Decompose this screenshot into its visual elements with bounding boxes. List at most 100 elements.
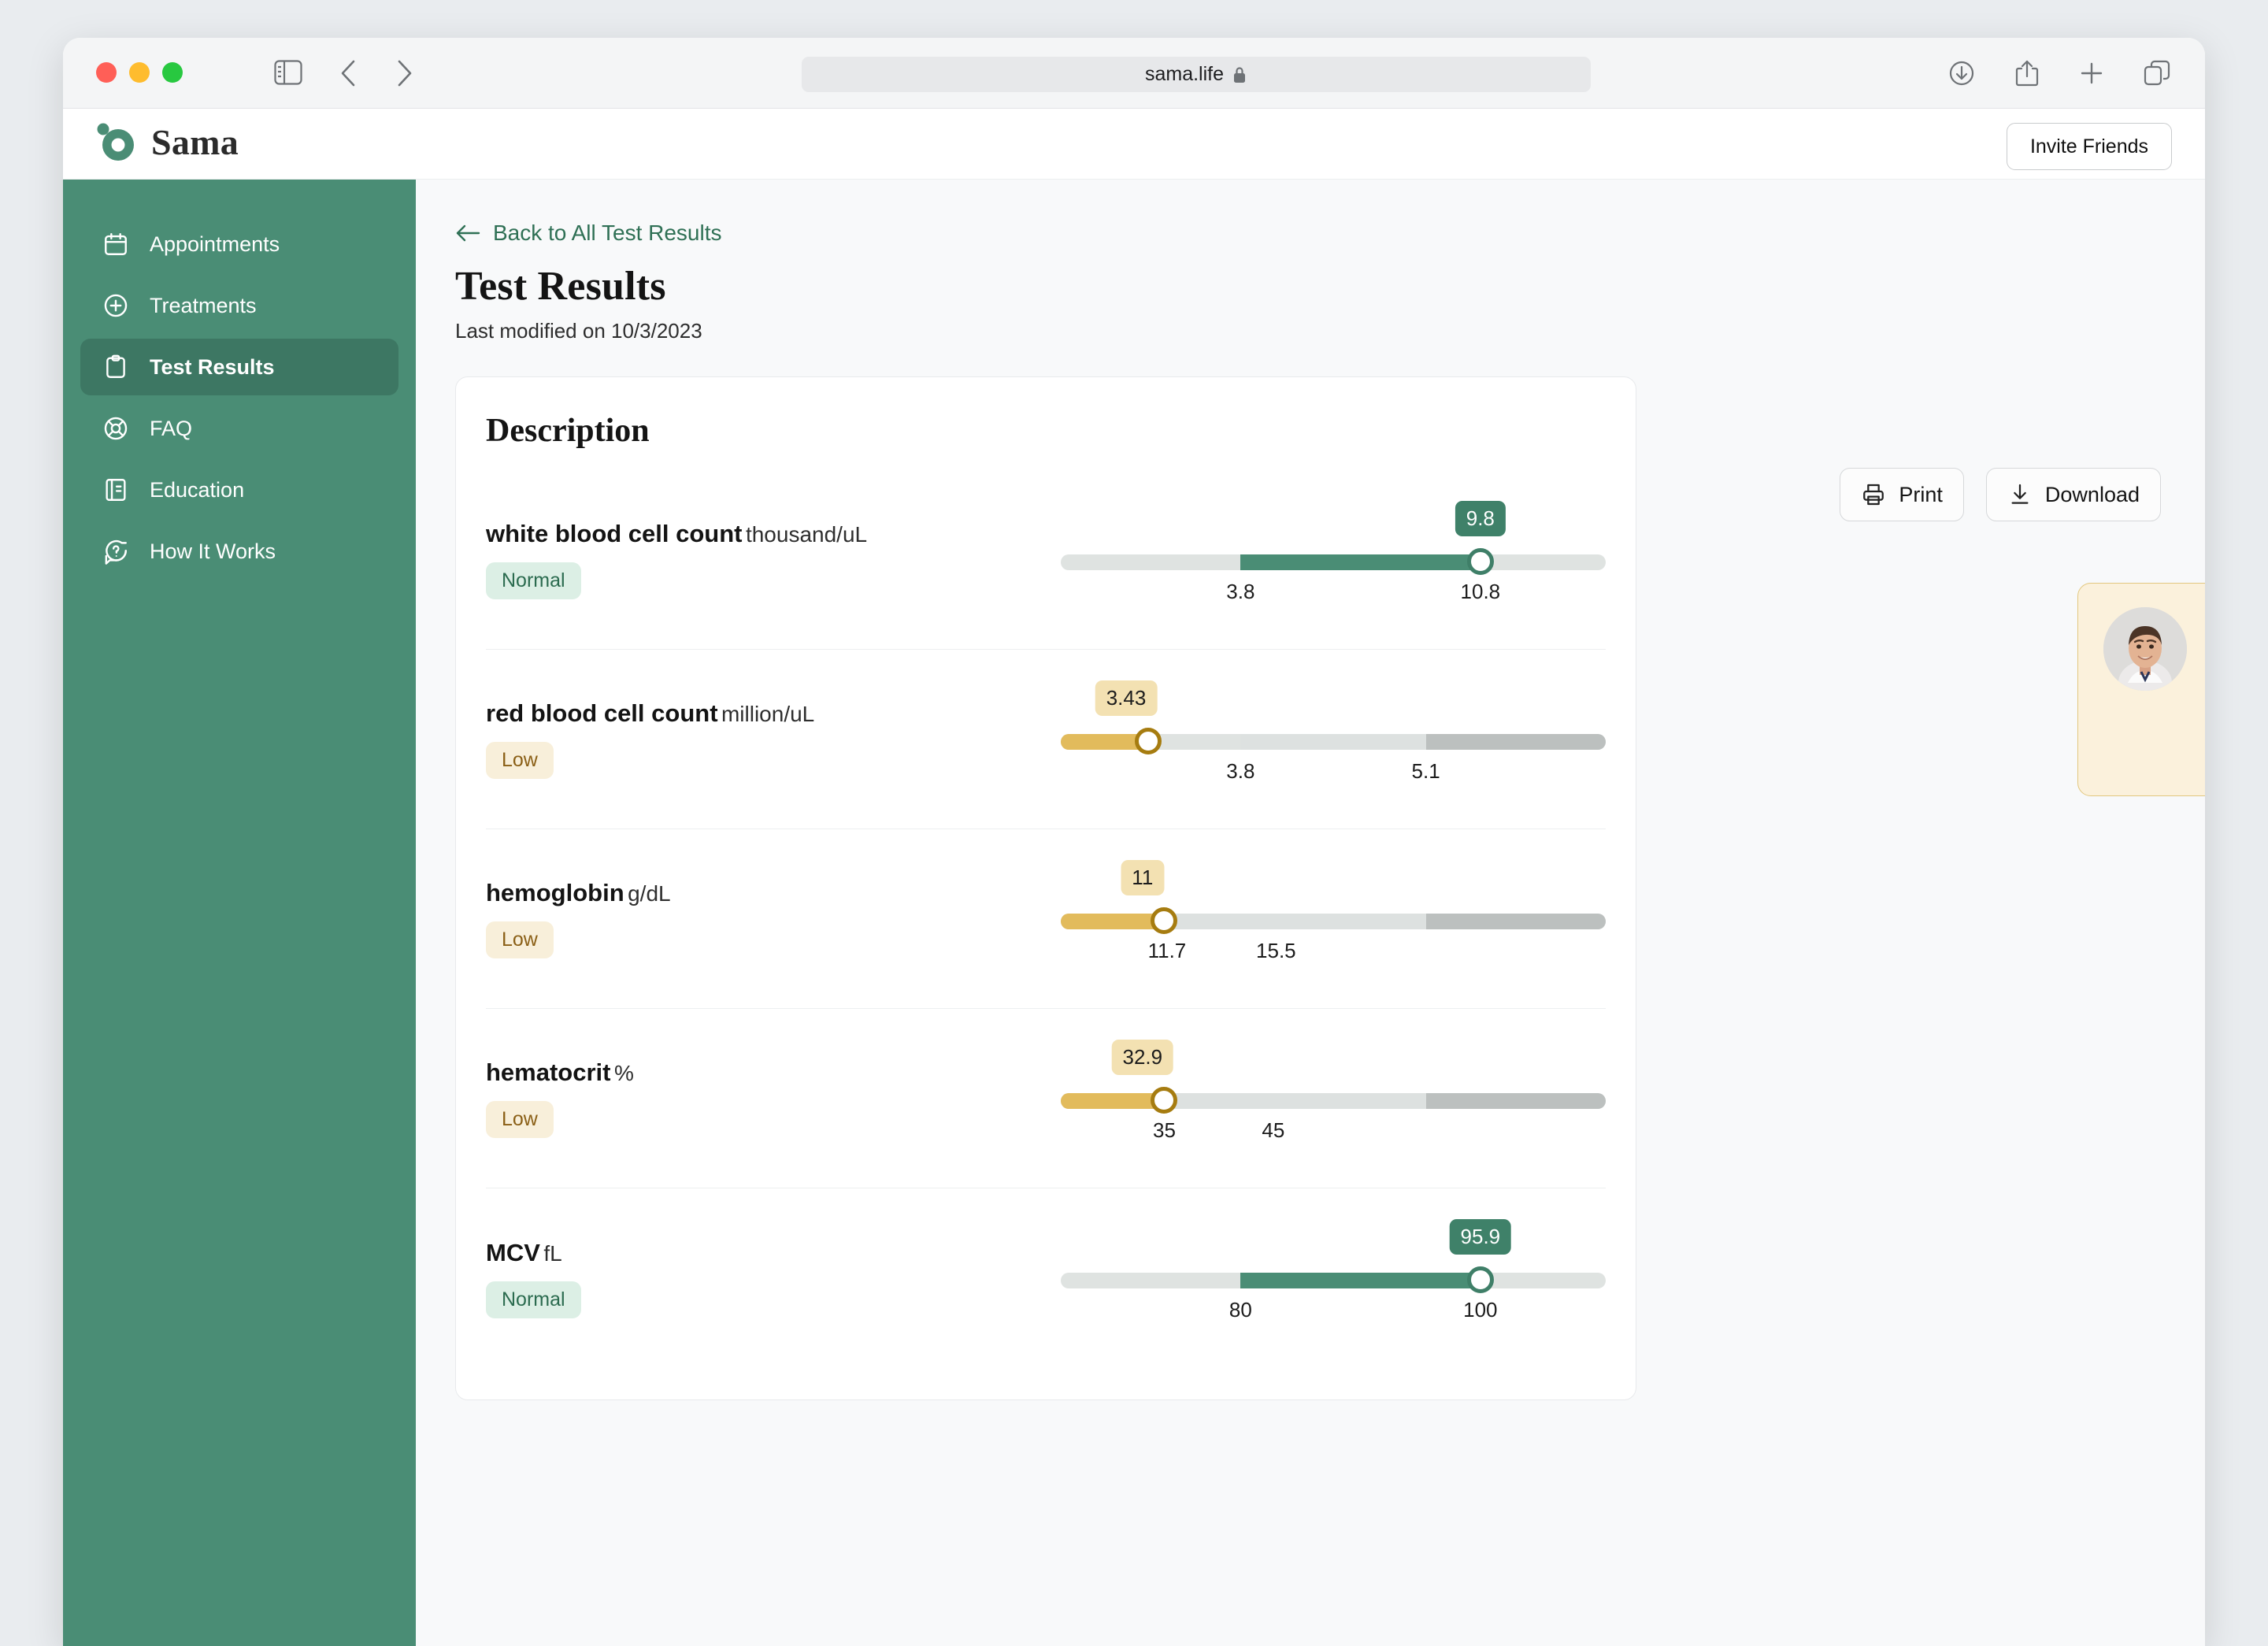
brand-logo[interactable]: Sama	[96, 121, 239, 163]
test-info: hemoglobin g/dL Low	[486, 879, 1061, 958]
slider-knob[interactable]	[1134, 727, 1162, 754]
sama-logo-icon	[97, 123, 134, 161]
slider-track	[1061, 1273, 1606, 1288]
slider-track	[1061, 1092, 1606, 1109]
slider-knob[interactable]	[1151, 906, 1178, 934]
maximize-window-button[interactable]	[162, 62, 183, 83]
slider-knob[interactable]	[1151, 1086, 1178, 1114]
download-button[interactable]: Download	[1985, 468, 2161, 521]
status-badge: Low	[486, 1101, 554, 1138]
slider-normal-band	[1240, 554, 1480, 570]
sidebar-toggle-icon[interactable]	[274, 60, 302, 89]
print-button[interactable]: Print	[1840, 468, 1964, 521]
range-high-label: 45	[1262, 1118, 1285, 1142]
slider-high-band	[1425, 733, 1606, 750]
range-high-label: 15.5	[1256, 938, 1296, 962]
status-badge: Low	[486, 921, 554, 958]
status-badge: Low	[486, 742, 554, 779]
share-icon[interactable]	[2014, 59, 2040, 91]
sidebar-item-test-results[interactable]: Test Results	[80, 339, 398, 395]
sidebar-item-education[interactable]: Education	[80, 462, 398, 518]
new-tab-icon[interactable]	[2079, 61, 2104, 90]
test-results-card: Description white blood cell count thous…	[455, 376, 1636, 1400]
test-unit: thousand/uL	[745, 522, 868, 547]
range-high-label: 10.8	[1460, 579, 1501, 603]
slider-normal-band	[1240, 1273, 1480, 1288]
test-label: white blood cell count thousand/uL	[486, 520, 1061, 548]
back-to-all-test-results-link[interactable]: Back to All Test Results	[455, 221, 722, 246]
clipboard-icon	[102, 354, 129, 380]
test-result-row: hematocrit % Low 32.9 35 45	[486, 1009, 1606, 1188]
test-info: white blood cell count thousand/uL Norma…	[486, 520, 1061, 599]
test-unit: %	[613, 1061, 634, 1085]
browser-toolbar: sama.life	[63, 38, 2205, 109]
range-low-label: 11.7	[1147, 938, 1187, 962]
test-label: hematocrit %	[486, 1058, 1061, 1087]
sidebar-item-label: Education	[150, 477, 245, 502]
life-ring-icon	[102, 415, 129, 442]
forward-navigation-icon[interactable]	[394, 59, 414, 91]
app-body: Appointments Treatments Test Results FAQ…	[63, 180, 2205, 1646]
slider-knob[interactable]	[1466, 547, 1494, 575]
test-result-row: white blood cell count thousand/uL Norma…	[486, 470, 1606, 650]
sidebar-item-label: Treatments	[150, 293, 257, 317]
sidebar-item-label: Test Results	[150, 354, 275, 379]
slider-track	[1061, 554, 1606, 570]
range-high-label: 100	[1463, 1298, 1498, 1322]
window-controls	[96, 62, 183, 83]
slider-value-tooltip: 32.9	[1111, 1039, 1174, 1075]
back-navigation-icon[interactable]	[339, 59, 359, 91]
book-icon	[102, 476, 129, 503]
arrow-left-icon	[456, 224, 480, 242]
sidebar-item-appointments[interactable]: Appointments	[80, 216, 398, 272]
test-info: MCV fL Normal	[486, 1239, 1061, 1318]
slider-track	[1061, 913, 1606, 929]
slider-value-tooltip: 95.9	[1449, 1219, 1512, 1255]
document-actions: Print Download	[1840, 468, 2161, 521]
test-info: red blood cell count million/uL Low	[486, 699, 1061, 779]
result-slider[interactable]: 95.9 80 100	[1061, 1219, 1606, 1337]
sidebar-item-treatments[interactable]: Treatments	[80, 277, 398, 334]
address-bar-url: sama.life	[1144, 63, 1225, 85]
sidebar-item-faq[interactable]: FAQ	[80, 400, 398, 457]
sidebar-item-label: How It Works	[150, 539, 276, 563]
range-low-label: 3.8	[1226, 579, 1255, 603]
page-title: Test Results	[455, 264, 666, 309]
tab-overview-icon[interactable]	[2144, 60, 2170, 91]
doctor-note-card: Note from Meir Olcha, MD: The results of…	[2077, 583, 2205, 797]
slider-value-tooltip: 11	[1121, 859, 1165, 895]
slider-value-tooltip: 9.8	[1455, 500, 1506, 536]
last-modified-text: Last modified on 10/3/2023	[455, 319, 702, 343]
medical-cross-icon	[102, 292, 129, 319]
download-button-label: Download	[2044, 482, 2140, 506]
sidebar-item-label: Appointments	[150, 232, 280, 256]
sidebar-item-how-it-works[interactable]: How It Works	[80, 523, 398, 580]
test-info: hematocrit % Low	[486, 1058, 1061, 1138]
invite-friends-button[interactable]: Invite Friends	[2006, 123, 2172, 170]
slider-low-fill	[1061, 913, 1165, 929]
slider-knob[interactable]	[1466, 1266, 1494, 1293]
main-content: Back to All Test Results Test Results La…	[416, 180, 2205, 1646]
calendar-icon	[102, 231, 129, 258]
result-slider[interactable]: 32.9 35 45	[1061, 1039, 1606, 1158]
test-label: hemoglobin g/dL	[486, 879, 1061, 907]
browser-window: sama.life Sama Invite Friends Appointmen…	[63, 38, 2205, 1646]
test-label: red blood cell count million/uL	[486, 699, 1061, 728]
downloads-icon[interactable]	[1948, 60, 1975, 91]
result-slider[interactable]: 9.8 3.8 10.8	[1061, 500, 1606, 619]
brand-name: Sama	[151, 122, 239, 162]
test-name: hemoglobin	[486, 879, 624, 906]
slider-low-fill	[1061, 1092, 1165, 1109]
result-slider[interactable]: 3.43 3.8 5.1	[1061, 680, 1606, 799]
sidebar-item-label: FAQ	[150, 416, 193, 440]
slider-normal-band	[1240, 733, 1426, 750]
result-slider[interactable]: 11 11.7 15.5	[1061, 859, 1606, 978]
minimize-window-button[interactable]	[129, 62, 150, 83]
address-bar[interactable]: sama.life	[802, 57, 1591, 92]
close-window-button[interactable]	[96, 62, 117, 83]
test-result-row: red blood cell count million/uL Low 3.43	[486, 650, 1606, 829]
test-name: hematocrit	[486, 1058, 611, 1086]
range-low-label: 3.8	[1226, 758, 1255, 783]
print-button-label: Print	[1899, 482, 1943, 506]
app-header: Sama Invite Friends	[63, 109, 2205, 180]
